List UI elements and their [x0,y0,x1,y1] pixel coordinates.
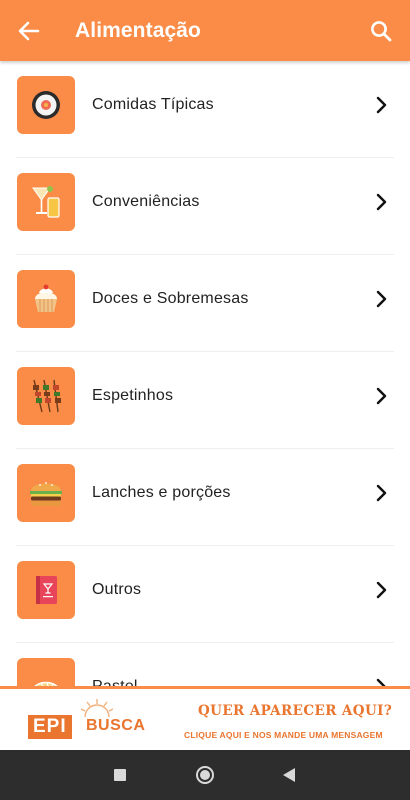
list-item-label: Comidas Típicas [92,96,214,113]
chevron-right-icon [376,484,387,502]
banner-subline: CLIQUE AQUI E NOS MANDE UMA MENSAGEM [184,730,383,740]
list-item[interactable]: Conveniências [0,158,410,255]
arrow-left-icon [18,21,40,40]
system-navigation-bar [0,750,410,800]
chevron-right-icon [376,96,387,114]
chevron-right-icon [376,193,387,211]
sun-rays-icon [80,699,114,717]
category-thumbnail [17,270,75,328]
list-item[interactable]: Doces e Sobremesas [0,255,410,352]
category-thumbnail [17,367,75,425]
list-item-label: Outros [92,581,142,598]
list-item[interactable]: Espetinhos [0,352,410,449]
category-thumbnail [17,173,75,231]
ad-banner[interactable]: EPI BUSCA QUER APARECER AQUI? CLIQUE AQU… [0,686,410,750]
list-item-label: Doces e Sobremesas [92,290,249,307]
list-item-label: Lanches e porções [92,484,231,501]
app-bar: Alimentação [0,0,410,61]
list-item[interactable]: Pastel [0,643,410,686]
list-item-label: Conveniências [92,193,200,210]
list-item-label: Espetinhos [92,387,174,404]
skewers-icon [33,379,61,413]
chevron-right-icon [376,290,387,308]
logo-epi-text: EPI [28,715,72,739]
category-list: Comidas Típicas Conveniências Doces e So… [0,61,410,686]
epibusca-logo: EPI BUSCA [28,697,146,747]
square-icon[interactable] [114,769,126,781]
logo-busca-text: BUSCA [86,717,146,734]
list-item[interactable]: Lanches e porções [0,449,410,546]
cupcake-icon [35,284,57,312]
chevron-right-icon [376,387,387,405]
back-button[interactable] [0,0,58,61]
chevron-right-icon [376,678,386,686]
category-thumbnail [17,464,75,522]
triangle-back-icon[interactable] [283,768,295,782]
cocktail-icon [32,186,60,218]
pastry-icon [34,681,58,686]
sushi-icon [32,91,60,119]
menu-book-icon [36,576,57,604]
category-thumbnail [17,658,75,686]
list-item[interactable]: Comidas Típicas [0,61,410,158]
category-thumbnail [17,561,75,619]
circle-icon[interactable] [196,766,214,784]
banner-headline: QUER APARECER AQUI? [198,703,393,719]
list-item-label: Pastel [92,678,138,686]
page-title: Alimentação [75,18,201,42]
list-item[interactable]: Outros [0,546,410,643]
search-icon [371,21,392,42]
category-thumbnail [17,76,75,134]
chevron-right-icon [376,581,387,599]
burger-icon [30,482,62,506]
app-screen: Alimentação Comidas Típicas Conveniência… [0,0,410,800]
search-button[interactable] [366,16,396,46]
